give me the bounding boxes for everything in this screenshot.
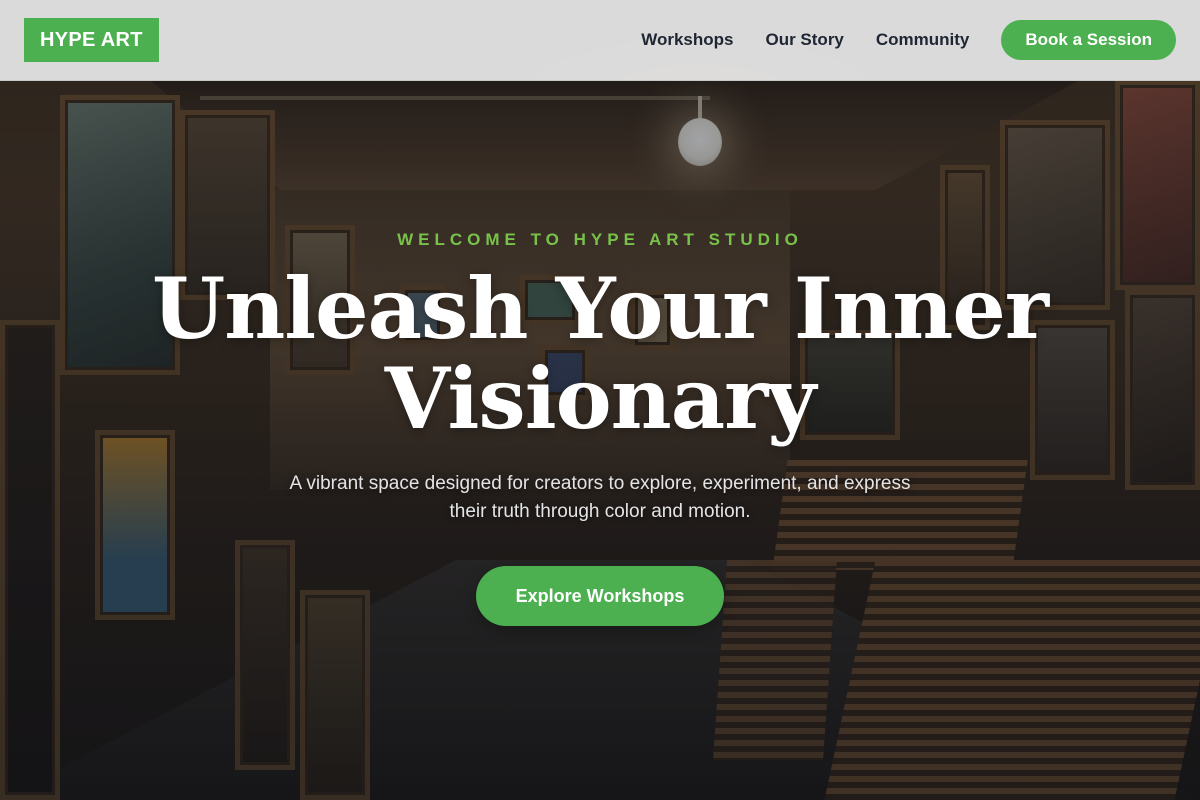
nav-link-our-story[interactable]: Our Story [765, 30, 843, 50]
hero-section: Welcome to Hype Art Studio Unleash Your … [0, 230, 1200, 626]
explore-workshops-button[interactable]: Explore Workshops [475, 566, 725, 626]
book-session-button[interactable]: Book a Session [1001, 20, 1176, 60]
main-nav: Workshops Our Story Community Book a Ses… [641, 20, 1176, 60]
nav-link-workshops[interactable]: Workshops [641, 30, 733, 50]
logo[interactable]: HYPE ART [24, 18, 159, 62]
site-header: HYPE ART Workshops Our Story Community B… [0, 0, 1200, 81]
hero-title: Unleash Your Inner Visionary [151, 259, 1049, 448]
hero-subtitle: A vibrant space designed for creators to… [289, 473, 911, 522]
nav-link-community[interactable]: Community [876, 30, 970, 50]
hero-eyebrow: Welcome to Hype Art Studio [397, 230, 803, 249]
